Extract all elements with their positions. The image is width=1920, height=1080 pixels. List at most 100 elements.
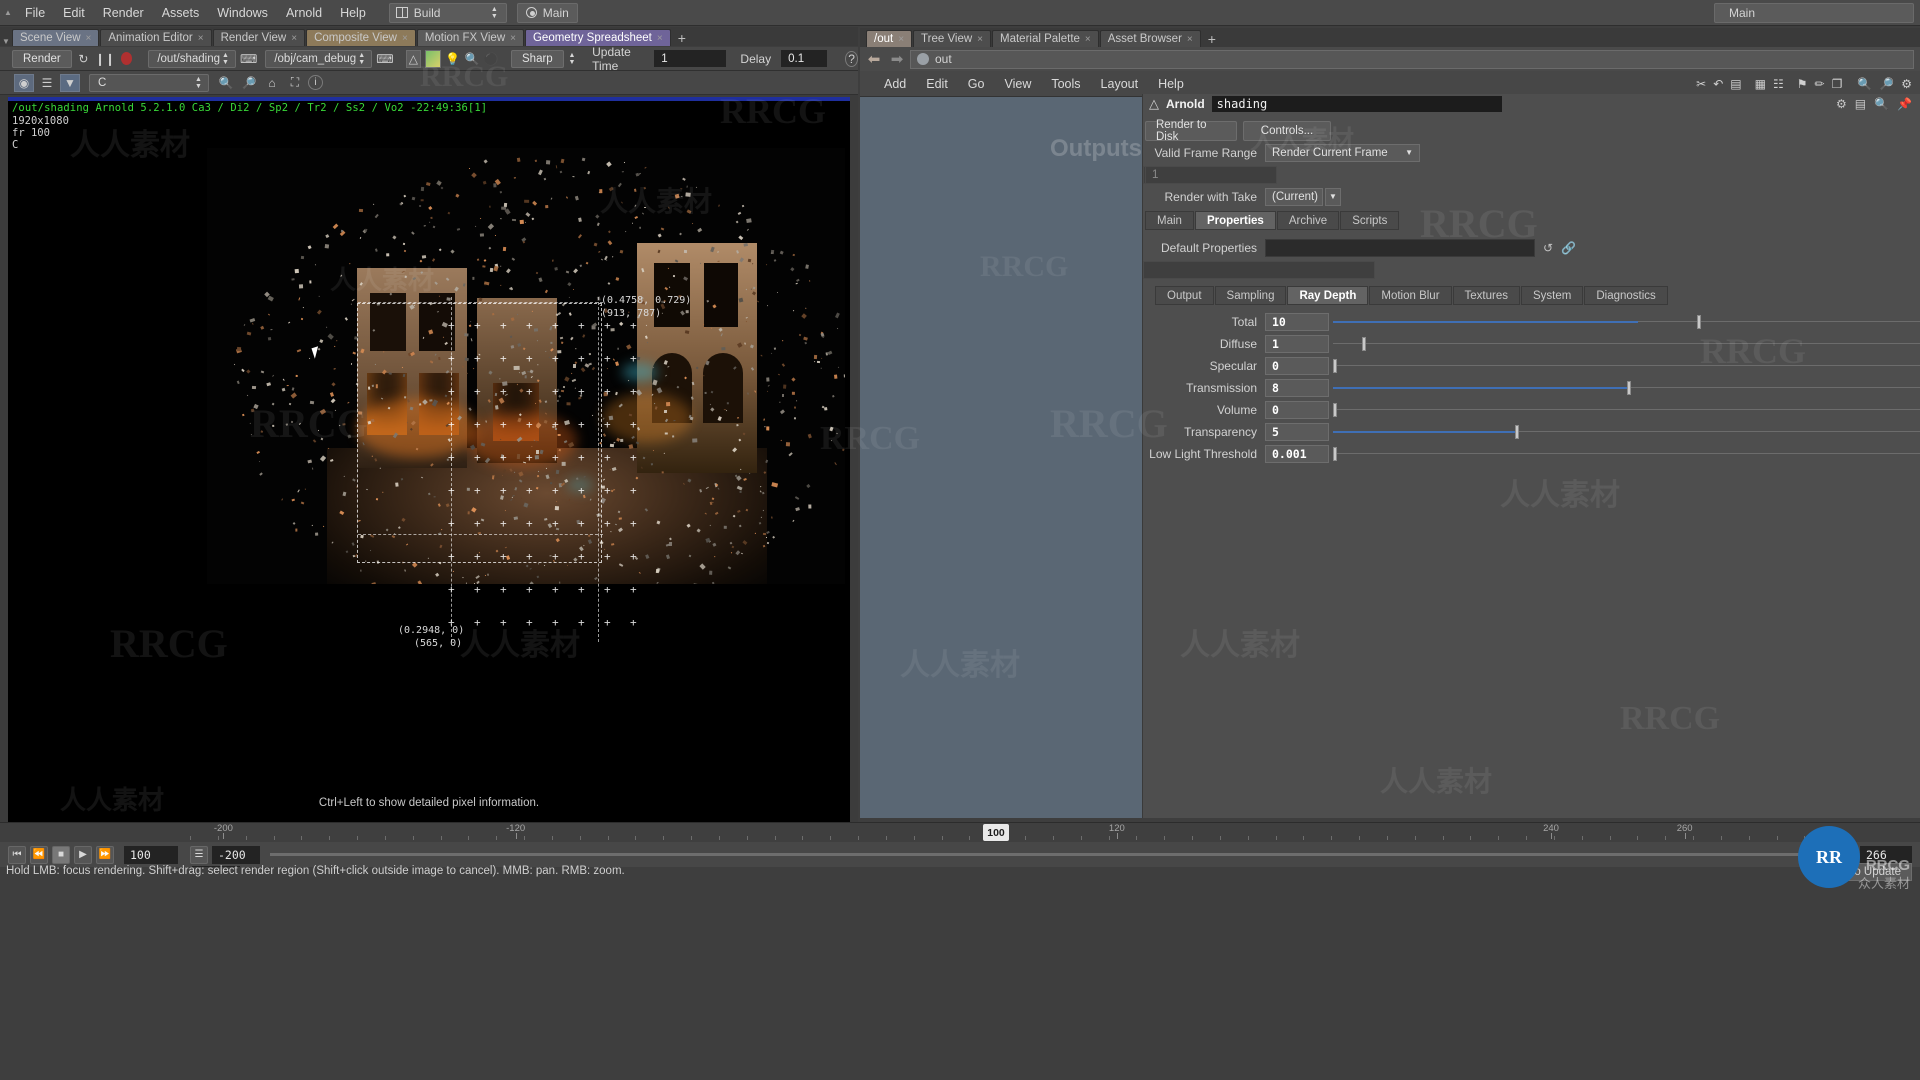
help-icon[interactable]: ? <box>845 50 858 67</box>
param-slider[interactable] <box>1333 401 1920 419</box>
channel-field[interactable]: C ▲ ▼ <box>89 73 209 92</box>
param-value-field[interactable]: 10 <box>1265 312 1329 331</box>
search-icon[interactable]: 🔍 <box>1874 97 1889 111</box>
tab-out[interactable]: /out × <box>866 30 913 47</box>
arnold-subtab-ray-depth[interactable]: Ray Depth <box>1287 286 1369 305</box>
magnifier-icon[interactable]: 🔍 <box>464 50 480 68</box>
stop-button[interactable]: ■ <box>52 845 70 864</box>
close-icon[interactable]: × <box>977 34 983 45</box>
net-menu-edit[interactable]: Edit <box>916 77 958 91</box>
view-mode-icon[interactable]: ◉ <box>14 73 34 92</box>
light-bulb-icon[interactable]: 💡 <box>445 50 460 68</box>
menu-windows[interactable]: Windows <box>208 0 277 26</box>
rop-picker-icon[interactable]: ⌨ <box>240 50 257 68</box>
close-icon[interactable]: × <box>291 33 297 44</box>
timeline-ruler-ticks[interactable]: -200-120100120240260 <box>190 823 1860 843</box>
channel-spinner[interactable]: ▲ ▼ <box>193 74 204 92</box>
range-start-field[interactable]: -200 <box>212 845 260 864</box>
menu-assets[interactable]: Assets <box>153 0 209 26</box>
goto-start-button[interactable]: ⏮ <box>8 845 26 864</box>
tab-tree-view[interactable]: Tree View × <box>913 30 992 47</box>
tab-animation-editor[interactable]: Animation Editor × <box>100 29 212 46</box>
arnold-subtab-diagnostics[interactable]: Diagnostics <box>1584 286 1668 305</box>
list-icon[interactable]: ☰ <box>37 74 57 92</box>
arnold-node-name[interactable]: shading <box>1211 96 1502 112</box>
arnold-tab-scripts[interactable]: Scripts <box>1340 211 1400 230</box>
tab-scene-view[interactable]: Scene View × <box>12 29 100 46</box>
render-to-disk-button[interactable]: Render to Disk <box>1145 119 1237 143</box>
arnold-subtab-textures[interactable]: Textures <box>1452 286 1520 305</box>
param-value-field[interactable]: 8 <box>1265 378 1329 397</box>
play-button[interactable]: ▶ <box>74 845 92 864</box>
tab-geometry-spreadsheet[interactable]: Geometry Spreadsheet × <box>524 29 671 46</box>
zoom-in-net-icon[interactable]: 🔍 <box>1857 77 1872 91</box>
close-icon[interactable]: × <box>1187 34 1193 45</box>
histogram-icon[interactable]: ▤ <box>1855 97 1866 111</box>
add-tab-button[interactable]: + <box>672 29 692 46</box>
camera-path-spinner[interactable]: ▲ ▼ <box>356 50 367 68</box>
grid-list-icon[interactable]: ▦ <box>1755 77 1766 91</box>
home-icon[interactable]: ⌂ <box>262 74 282 92</box>
info-icon[interactable]: i <box>308 75 323 90</box>
copy-icon[interactable]: ❐ <box>1832 77 1843 91</box>
menu-help[interactable]: Help <box>331 0 375 26</box>
step-forward-button[interactable]: ⏩ <box>96 845 114 864</box>
render-button[interactable]: Render <box>12 49 72 68</box>
param-value-field[interactable]: 0 <box>1265 356 1329 375</box>
net-menu-layout[interactable]: Layout <box>1091 77 1149 91</box>
menubar-grip[interactable]: ▲ <box>0 0 16 26</box>
param-value-field[interactable]: 0.001 <box>1265 444 1329 463</box>
arnold-subtab-sampling[interactable]: Sampling <box>1214 286 1287 305</box>
alpha-icon[interactable]: △ <box>405 49 422 68</box>
arnold-tab-main[interactable]: Main <box>1145 211 1194 230</box>
quality-spinner[interactable]: ▲ ▼ <box>568 50 576 68</box>
left-tabstrip-grip[interactable]: ▼ <box>0 37 12 46</box>
tab-material-palette[interactable]: Material Palette × <box>992 30 1099 47</box>
settings-net-icon[interactable]: ⚙ <box>1901 77 1912 91</box>
bookmark-icon[interactable]: ⚑ <box>1797 77 1808 91</box>
controls-button[interactable]: Controls... <box>1243 120 1331 141</box>
rop-path-field[interactable]: /out/shading ▲ ▼ <box>148 49 237 68</box>
param-slider[interactable] <box>1333 335 1920 353</box>
net-menu-view[interactable]: View <box>994 77 1041 91</box>
sphere-icon[interactable]: ⚫ <box>484 50 499 68</box>
pause-icon[interactable]: ❙❙ <box>95 50 115 68</box>
user-options-field[interactable] <box>1143 260 1375 279</box>
param-slider[interactable] <box>1333 357 1920 375</box>
back-arrow-icon[interactable]: ⬅ <box>864 50 884 68</box>
panel-icon[interactable]: ▤ <box>1730 77 1741 91</box>
delay-field[interactable]: 0.1 <box>781 50 828 67</box>
timeline-ruler[interactable]: -200-120100120240260 100 <box>0 822 1920 842</box>
take-chevron-icon[interactable]: ▼ <box>1325 187 1341 206</box>
update-time-field[interactable]: 1 <box>654 50 727 67</box>
param-slider[interactable] <box>1333 445 1920 463</box>
close-icon[interactable]: × <box>198 33 204 44</box>
fit-icon[interactable]: ⛶ <box>285 74 305 92</box>
zoom-in-icon[interactable]: 🔍 <box>216 74 236 92</box>
menu-arnold[interactable]: Arnold <box>277 0 331 26</box>
param-value-field[interactable]: 5 <box>1265 422 1329 441</box>
pin-icon[interactable]: 📌 <box>1897 97 1912 111</box>
quality-selector[interactable]: Sharp <box>511 49 564 68</box>
forward-arrow-icon[interactable]: ➡ <box>887 50 907 68</box>
build-shelf-spinner[interactable]: ▲ ▼ <box>489 4 500 22</box>
param-slider[interactable] <box>1333 379 1920 397</box>
add-tab-button-right[interactable]: + <box>1202 30 1222 47</box>
arnold-subtab-system[interactable]: System <box>1521 286 1584 305</box>
default-properties-field[interactable] <box>1265 238 1535 257</box>
undo-icon[interactable]: ↶ <box>1713 77 1723 91</box>
range-lock-icon[interactable]: ☰ <box>190 845 208 864</box>
param-slider[interactable] <box>1333 423 1920 441</box>
menu-render[interactable]: Render <box>94 0 153 26</box>
param-value-field[interactable]: 1 <box>1265 334 1329 353</box>
net-menu-go[interactable]: Go <box>958 77 995 91</box>
refresh-icon[interactable]: ↻ <box>76 50 91 68</box>
close-icon[interactable]: × <box>1085 34 1091 45</box>
chevron-down-icon[interactable]: ▼ <box>1405 148 1413 157</box>
net-menu-tools[interactable]: Tools <box>1041 77 1090 91</box>
render-image-canvas[interactable]: /out/shading Arnold 5.2.1.0 Ca3 / Di2 / … <box>8 97 850 823</box>
step-back-button[interactable]: ⏪ <box>30 845 48 864</box>
menu-edit[interactable]: Edit <box>54 0 94 26</box>
param-value-field[interactable]: 0 <box>1265 400 1329 419</box>
menu-file[interactable]: File <box>16 0 54 26</box>
